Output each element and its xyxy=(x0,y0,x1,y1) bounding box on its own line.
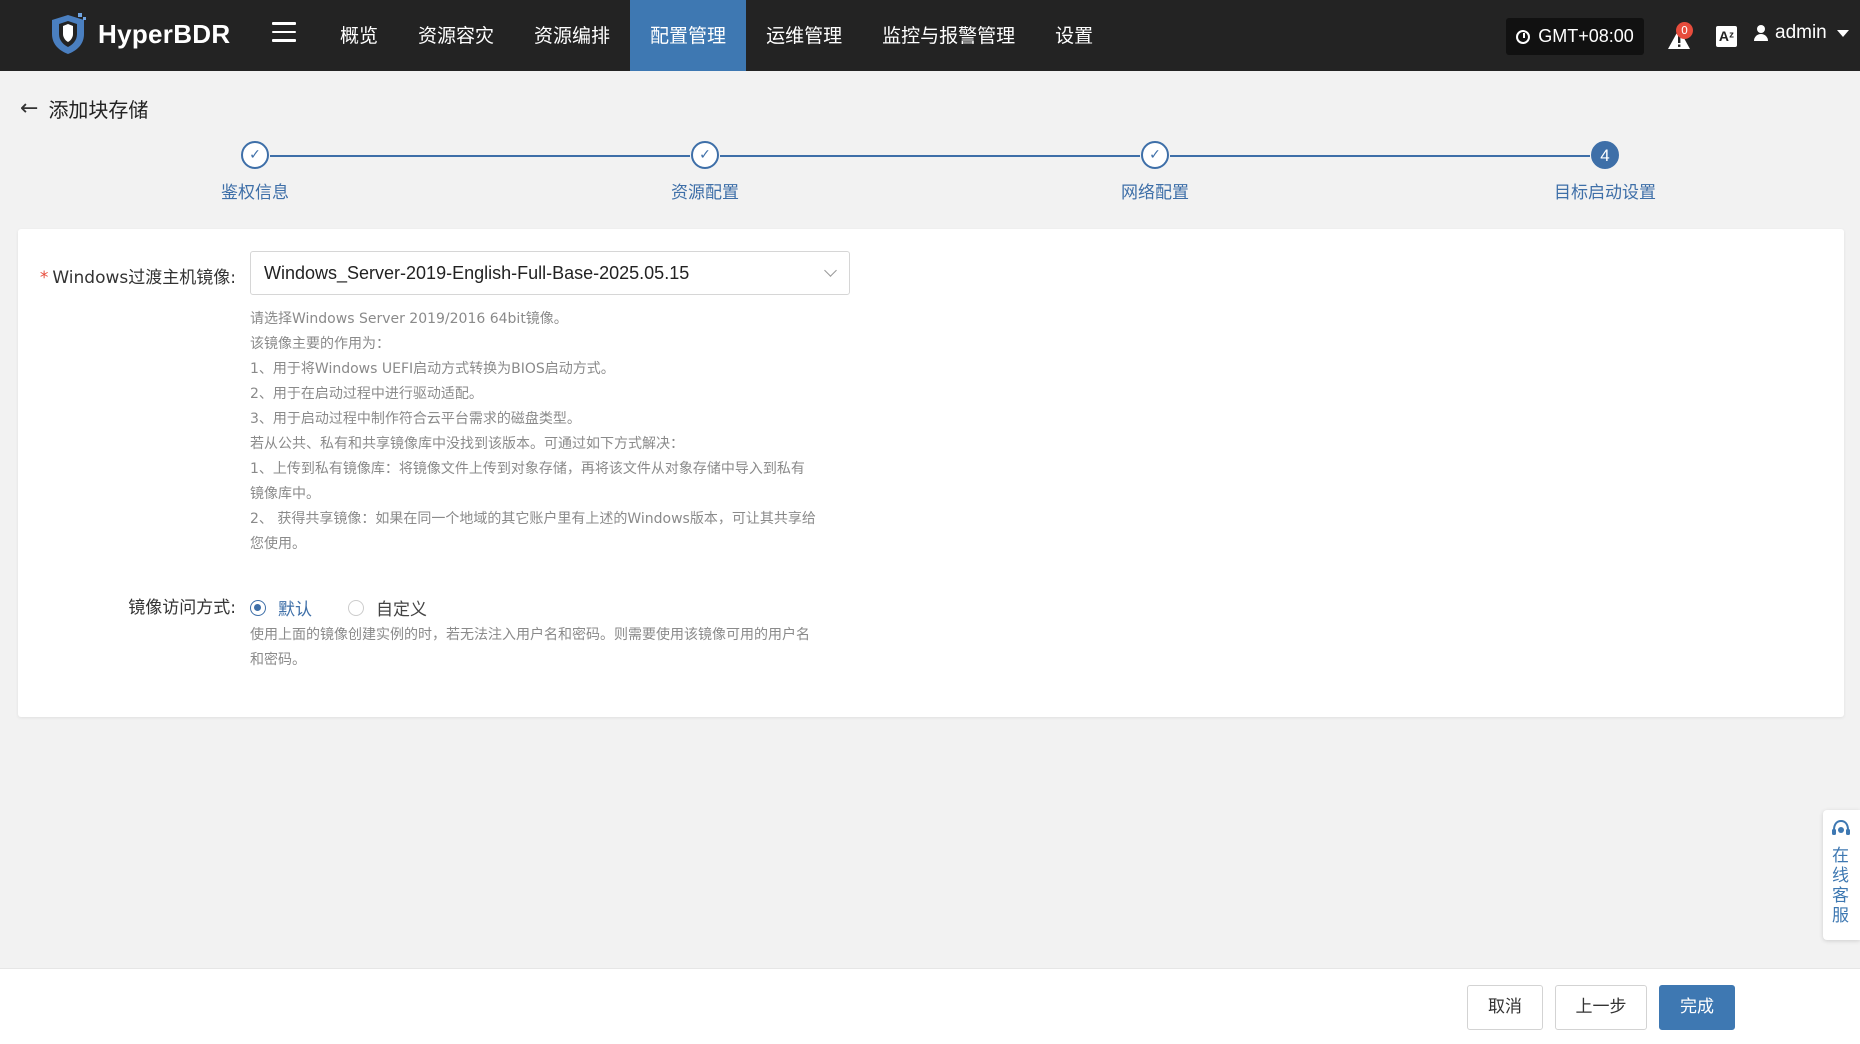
help-line: 和密码。 xyxy=(250,652,306,668)
step-1-check-icon: ✓ xyxy=(241,141,269,169)
radio-unchecked-icon xyxy=(348,599,364,616)
image-help-text: 请选择Windows Server 2019/2016 64bit镜像。 该镜像… xyxy=(250,307,860,557)
help-line: 1、上传到私有镜像库：将镜像文件上传到对象存储，再将该文件从对象存储中导入到私有 xyxy=(250,461,805,477)
nav-item-monitoring[interactable]: 监控与报警管理 xyxy=(862,0,1035,71)
nav-item-configuration[interactable]: 配置管理 xyxy=(630,0,747,71)
timezone-button[interactable]: GMT+08:00 xyxy=(1506,18,1644,55)
step-connector xyxy=(720,155,1140,157)
help-line: 若从公共、私有和共享镜像库中没找到该版本。可通过如下方式解决： xyxy=(250,436,684,452)
footer-bar: 取消 上一步 完成 xyxy=(0,968,1860,1044)
step-3-check-icon: ✓ xyxy=(1141,141,1169,169)
finish-button[interactable]: 完成 xyxy=(1659,985,1735,1030)
help-line: 使用上面的镜像创建实例的时，若无法注入用户名和密码。则需要使用该镜像可用的用户名 xyxy=(250,627,810,643)
access-method-label: 镜像访问方式: xyxy=(128,598,236,618)
username: admin xyxy=(1775,22,1827,43)
nav-item-settings[interactable]: 设置 xyxy=(1035,0,1113,71)
step-2-check-icon: ✓ xyxy=(691,141,719,169)
clock-icon xyxy=(1516,29,1531,44)
step-label-resource: 资源配置 xyxy=(671,183,739,203)
access-help-text: 使用上面的镜像创建实例的时，若无法注入用户名和密码。则需要使用该镜像可用的用户名… xyxy=(250,623,870,673)
caret-down-icon xyxy=(1836,29,1849,37)
step-label-boot: 目标启动设置 xyxy=(1554,183,1656,203)
logo[interactable]: HyperBDR xyxy=(48,12,230,56)
step-label-network: 网络配置 xyxy=(1121,183,1189,203)
language-icon[interactable]: Aᶻ xyxy=(1716,26,1737,47)
radio-custom[interactable]: 自定义 xyxy=(348,595,427,620)
help-line: 该镜像主要的作用为： xyxy=(250,336,390,352)
radio-default[interactable]: 默认 xyxy=(250,595,312,620)
image-field-label: * Windows过渡主机镜像: xyxy=(40,263,236,288)
alert-count-badge: 0 xyxy=(1676,22,1693,39)
page-title: 添加块存储 xyxy=(48,98,149,122)
required-mark: * xyxy=(39,268,49,288)
help-line: 镜像库中。 xyxy=(250,486,320,502)
headset-icon xyxy=(1832,820,1850,835)
user-menu[interactable]: admin xyxy=(1754,22,1849,44)
image-field-label-text: Windows过渡主机镜像: xyxy=(52,268,236,288)
online-service-tab[interactable]: 在线客服 xyxy=(1823,810,1860,940)
nav-item-operations[interactable]: 运维管理 xyxy=(746,0,862,71)
help-line: 请选择Windows Server 2019/2016 64bit镜像。 xyxy=(250,311,568,327)
radio-custom-label: 自定义 xyxy=(376,600,427,620)
app-name: HyperBDR xyxy=(98,18,231,49)
nav-item-overview[interactable]: 概览 xyxy=(320,0,398,71)
shield-logo-icon xyxy=(52,13,86,54)
help-line: 2、 获得共享镜像：如果在同一个地域的其它账户里有上述的Windows版本，可让… xyxy=(250,511,816,527)
image-select[interactable]: Windows_Server-2019-English-Full-Base-20… xyxy=(250,251,850,295)
chevron-down-icon xyxy=(824,264,837,277)
help-line: 2、用于在启动过程中进行驱动适配。 xyxy=(250,386,483,402)
help-line: 3、用于启动过程中制作符合云平台需求的磁盘类型。 xyxy=(250,411,581,427)
image-select-value: Windows_Server-2019-English-Full-Base-20… xyxy=(264,263,690,283)
radio-checked-icon xyxy=(250,599,266,616)
user-icon xyxy=(1754,25,1768,41)
form-card: * Windows过渡主机镜像: Windows_Server-2019-Engl… xyxy=(18,229,1844,717)
menu-toggle-icon[interactable] xyxy=(272,22,296,44)
step-label-auth: 鉴权信息 xyxy=(221,183,289,203)
cancel-button[interactable]: 取消 xyxy=(1467,985,1543,1030)
online-service-label: 在线客服 xyxy=(1832,846,1849,926)
top-navbar: HyperBDR 概览 资源容灾 资源编排 配置管理 运维管理 监控与报警管理 … xyxy=(0,0,1860,71)
previous-button[interactable]: 上一步 xyxy=(1555,985,1647,1030)
back-arrow-icon: ← xyxy=(20,95,39,121)
step-connector xyxy=(1170,155,1590,157)
access-method-radio-group: 默认 自定义 xyxy=(250,595,463,620)
step-connector xyxy=(270,155,690,157)
timezone-label: GMT+08:00 xyxy=(1538,26,1634,46)
help-line: 您使用。 xyxy=(250,536,306,552)
help-line: 1、用于将Windows UEFI启动方式转换为BIOS启动方式。 xyxy=(250,361,615,377)
nav-item-orchestration[interactable]: 资源编排 xyxy=(514,0,630,71)
step-4-number: 4 xyxy=(1591,141,1619,169)
radio-default-label: 默认 xyxy=(278,600,312,620)
main-nav: 概览 资源容灾 资源编排 配置管理 运维管理 监控与报警管理 设置 xyxy=(320,0,1113,71)
back-button[interactable]: ← 添加块存储 xyxy=(20,94,148,123)
nav-item-disaster-recovery[interactable]: 资源容灾 xyxy=(398,0,514,71)
